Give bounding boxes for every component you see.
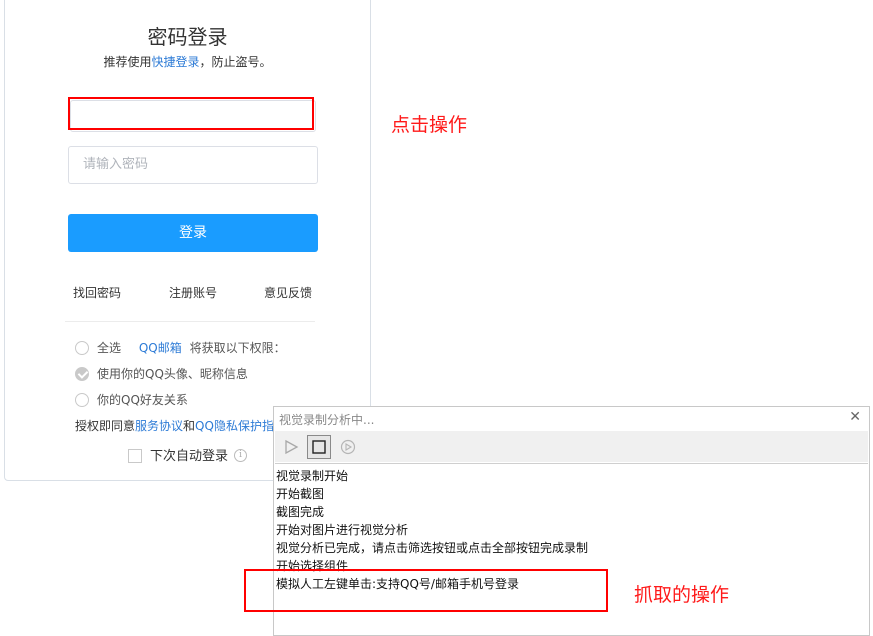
- register-link[interactable]: 注册账号: [169, 284, 217, 301]
- agreement-text: 授权即同意服务协议和QQ隐私保护指: [75, 417, 274, 434]
- permission-label: 你的QQ好友关系: [97, 393, 188, 407]
- log-line: 开始对图片进行视觉分析: [276, 523, 409, 537]
- subtitle-suffix: ，防止盗号。: [199, 55, 272, 69]
- select-all-radio[interactable]: [75, 340, 89, 355]
- divider: [65, 321, 315, 322]
- page-title: 密码登录: [147, 25, 228, 49]
- auto-login-label: 下次自动登录: [150, 449, 229, 464]
- recorder-toolbar: [275, 431, 868, 462]
- permission-checked-radio[interactable]: [75, 366, 89, 381]
- record-icon[interactable]: [336, 435, 360, 459]
- permission-select-all[interactable]: 全选 QQ邮箱 将获取以下权限：: [75, 339, 286, 357]
- service-agreement-link[interactable]: 服务协议: [135, 419, 183, 433]
- permission-item[interactable]: 你的QQ好友关系: [75, 391, 188, 409]
- log-line: 开始截图: [276, 487, 325, 501]
- feedback-link[interactable]: 意见反馈: [264, 284, 312, 301]
- subtitle-prefix: 推荐使用: [103, 55, 152, 69]
- captured-highlight-box: [244, 569, 608, 612]
- close-icon[interactable]: ✕: [849, 409, 861, 425]
- auto-login-checkbox[interactable]: [128, 448, 142, 463]
- app-name: QQ邮箱: [138, 341, 182, 355]
- log-line: 视觉分析已完成，请点击筛选按钮或点击全部按钮完成录制: [276, 541, 589, 555]
- permission-radio[interactable]: [75, 392, 89, 407]
- privacy-link[interactable]: QQ隐私保护指: [195, 419, 274, 433]
- permission-item[interactable]: 使用你的QQ头像、昵称信息: [75, 365, 248, 383]
- captured-annotation: 抓取的操作: [634, 584, 730, 606]
- agreement-prefix: 授权即同意: [75, 419, 136, 433]
- forgot-password-link[interactable]: 找回密码: [73, 284, 121, 301]
- select-all-label: 全选: [97, 341, 122, 355]
- permission-label: 使用你的QQ头像、昵称信息: [97, 367, 248, 381]
- login-button[interactable]: 登录: [68, 214, 318, 252]
- log-line: 视觉录制开始: [276, 469, 349, 483]
- agreement-and: 和: [183, 419, 196, 433]
- password-input[interactable]: 请输入密码: [68, 146, 318, 184]
- stop-icon[interactable]: [307, 435, 331, 459]
- click-annotation: 点击操作: [391, 114, 468, 136]
- quick-login-link[interactable]: 快捷登录: [151, 55, 199, 69]
- log-line: 截图完成: [276, 505, 325, 519]
- login-subtitle: 推荐使用快捷登录，防止盗号。: [5, 53, 370, 70]
- click-highlight-box: [68, 97, 314, 130]
- play-icon[interactable]: [279, 435, 303, 459]
- info-icon[interactable]: i: [234, 449, 248, 462]
- auto-login[interactable]: 下次自动登录 i: [128, 445, 248, 464]
- recorder-title: 视觉录制分析中...: [279, 413, 375, 427]
- permission-request-text: 将获取以下权限：: [189, 341, 286, 355]
